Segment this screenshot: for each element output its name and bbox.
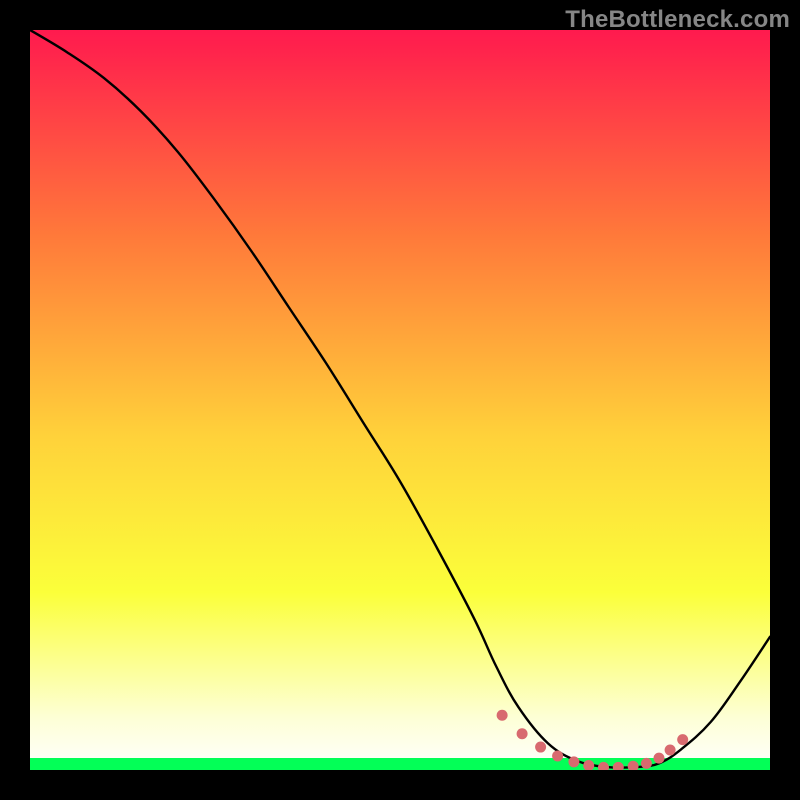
valley-dot: [665, 745, 676, 756]
valley-dot: [613, 762, 624, 770]
valley-dot: [641, 758, 652, 769]
valley-dot: [497, 710, 508, 721]
watermark-label: TheBottleneck.com: [565, 6, 790, 34]
valley-dot: [598, 762, 609, 770]
plot-area: [30, 30, 770, 770]
chart-stage: TheBottleneck.com: [0, 0, 800, 800]
valley-dot: [517, 728, 528, 739]
valley-dot: [568, 756, 579, 767]
valley-dot: [628, 761, 639, 770]
bottleneck-curve: [30, 30, 770, 770]
valley-dot: [552, 750, 563, 761]
valley-dot: [677, 734, 688, 745]
valley-dot: [583, 760, 594, 770]
valley-dot: [654, 753, 665, 764]
valley-dot: [535, 742, 546, 753]
